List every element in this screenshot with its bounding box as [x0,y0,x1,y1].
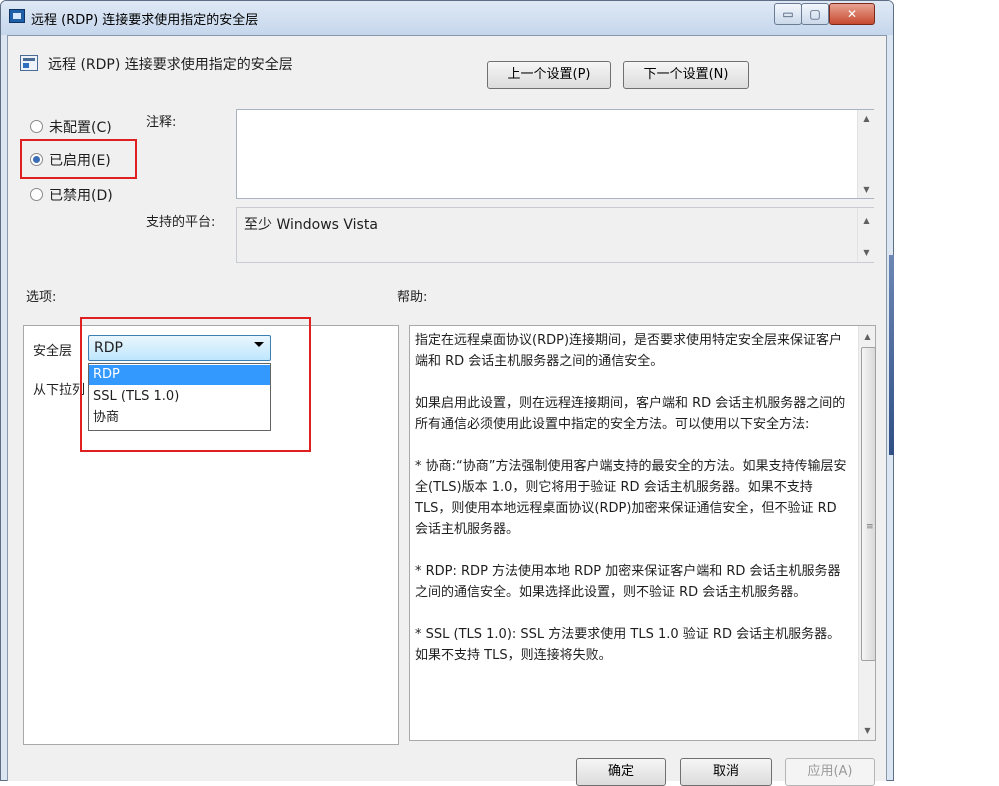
help-paragraph: * SSL (TLS 1.0): SSL 方法要求使用 TLS 1.0 验证 R… [415,627,841,663]
policy-setting-icon [20,55,38,71]
radio-label: 未配置(C) [49,120,112,136]
setting-title: 远程 (RDP) 连接要求使用指定的安全层 [48,57,293,73]
next-setting-button[interactable]: 下一个设置(N) [623,61,749,89]
highlight-box-dropdown [80,317,311,452]
help-text: 指定在远程桌面协议(RDP)连接期间，是否要求使用特定安全层来保证客户端和 RD… [415,330,853,666]
app-icon [9,9,25,23]
ok-button[interactable]: 确定 [576,758,666,786]
scroll-up-icon[interactable]: ▲ [859,328,876,345]
radio-button-icon [30,188,43,201]
help-paragraph: * RDP: RDP 方法使用本地 RDP 加密来保证客户端和 RD 会话主机服… [415,564,841,600]
scrollbar-thumb[interactable]: ≡ [861,347,876,661]
background-window-edge [889,255,894,455]
close-button[interactable]: ✕ [829,3,875,25]
platform-scrollbar[interactable]: ▲ ▼ [857,208,874,262]
maximize-button[interactable]: ▢ [801,3,829,25]
comment-label: 注释: [146,115,177,130]
supported-platform-value: 至少 Windows Vista [244,217,378,233]
comment-scrollbar[interactable]: ▲ ▼ [857,110,874,198]
options-label: 选项: [26,290,57,305]
minimize-button[interactable]: ▭ [774,3,802,25]
scroll-up-icon[interactable]: ▲ [858,212,875,229]
help-paragraph: 如果启用此设置，则在远程连接期间，客户端和 RD 会话主机服务器之间的所有通信必… [415,396,846,432]
scroll-up-icon[interactable]: ▲ [858,110,875,127]
scroll-down-icon[interactable]: ▼ [859,722,876,739]
window-title: 远程 (RDP) 连接要求使用指定的安全层 [31,13,259,28]
help-scrollbar[interactable]: ▲ ≡ ▼ [858,326,876,740]
radio-label: 已禁用(D) [49,188,113,204]
previous-setting-button[interactable]: 上一个设置(P) [487,61,611,89]
scroll-down-icon[interactable]: ▼ [858,181,875,198]
scroll-down-icon[interactable]: ▼ [858,244,875,261]
grip-icon: ≡ [866,522,874,532]
help-paragraph: * 协商:“协商”方法强制使用客户端支持的最安全的方法。如果支持传输层安全(TL… [415,459,847,537]
help-label: 帮助: [397,290,428,305]
apply-button[interactable]: 应用(A) [785,758,875,786]
options-hint-text: 从下拉列 [33,383,86,398]
security-layer-label: 安全层 [33,344,73,359]
comment-textarea[interactable] [236,109,874,199]
supported-platform-label: 支持的平台: [146,215,216,230]
radio-button-icon [30,120,43,133]
highlight-box-enabled [20,139,137,179]
cancel-button[interactable]: 取消 [680,758,772,786]
radio-disabled[interactable]: 已禁用(D) [30,185,190,205]
help-paragraph: 指定在远程桌面协议(RDP)连接期间，是否要求使用特定安全层来保证客户端和 RD… [415,333,843,369]
